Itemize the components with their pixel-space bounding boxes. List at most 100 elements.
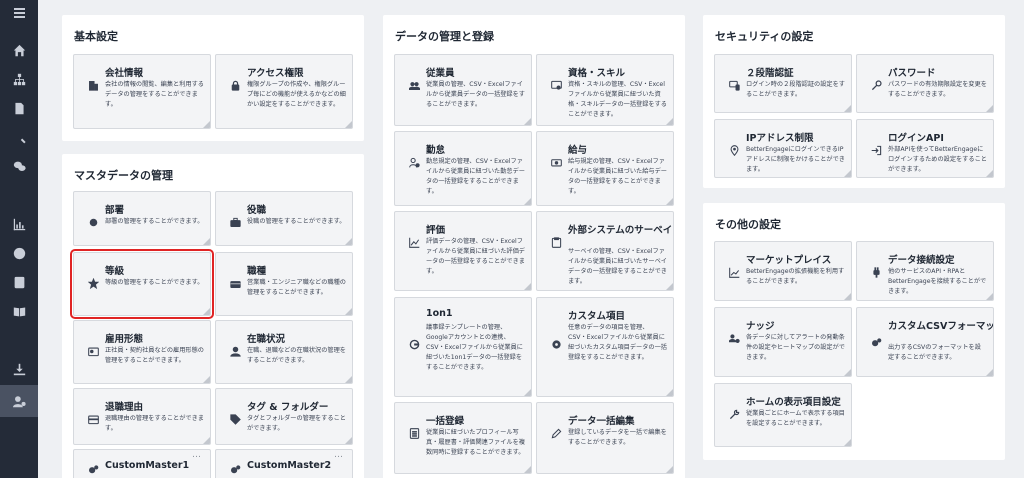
link-icon[interactable]	[0, 179, 38, 211]
card-title: カスタムCSVフォーマット	[888, 321, 994, 332]
card-attendance[interactable]: 勤怠 勤怠規定の管理、CSV・Excelファイルから従業員に紐づいた勤怠データの…	[394, 131, 532, 206]
panel-title: その他の設定	[715, 218, 781, 231]
card-login-api[interactable]: ログインAPI 外部APIを使ってBetterEngageにログインするための設…	[856, 119, 994, 178]
sidebar	[0, 0, 38, 478]
card-title: 雇用形態	[105, 334, 144, 345]
map-pin-icon	[728, 144, 740, 156]
devices-icon	[728, 79, 740, 91]
clipboard-icon	[550, 236, 562, 248]
gears-icon	[229, 463, 241, 475]
card-evaluation[interactable]: 評価 評価データの管理、CSV・Excelファイルから従業員に紐づいた評価データ…	[394, 211, 532, 291]
card-department[interactable]: 部署 部署の管理をすることができます。	[73, 191, 211, 246]
chat-icon[interactable]	[0, 150, 38, 182]
card-1on1[interactable]: 1on1 議事録テンプレートの管理、Googleアカウントとの連携、CSV・Ex…	[394, 297, 532, 397]
card-title: 部署	[105, 205, 125, 216]
card-data-connection[interactable]: データ接続設定 他のサービスのAPI・RPAとBetterEngageを接続する…	[856, 241, 994, 301]
card-title: 勤怠	[426, 145, 446, 156]
plug-icon	[870, 266, 882, 278]
card-ip-restriction[interactable]: IPアドレス制限 BetterEngageにログインできるIPアドレスに制限をか…	[714, 119, 852, 178]
star-icon	[87, 277, 99, 289]
card-title: 役職	[247, 205, 267, 216]
tag-icon	[229, 413, 241, 425]
card-description: 等級の管理をすることができます。	[105, 279, 204, 286]
card-description: 従業員の管理、CSV・Excelファイルから従業員データの一括登録をすることがで…	[426, 81, 525, 108]
panel-other-settings: その他の設定 マーケットプレイス BetterEngageの拡張機能を利用するこ…	[703, 203, 1005, 460]
card-description: BetterEngageにログインできるIPアドレスに制限をかけることができます…	[746, 146, 845, 173]
card-salary[interactable]: 給与 給与規定の管理、CSV・Excelファイルから従業員に紐づいた給与データの…	[536, 131, 674, 206]
card-description: 登録しているデータを一括で編集をすることができます。	[568, 429, 667, 446]
panel-security: セキュリティの設定 ２段階認証 ログイン時の２段階認証の設定をすることができます…	[703, 15, 1005, 188]
card-external-survey[interactable]: 外部システムのサーベイ サーベイの管理、CSV・Excelファイルから従業員に紐…	[536, 211, 674, 291]
card-title: 職種	[247, 266, 267, 277]
download-icon[interactable]	[0, 353, 38, 385]
mail-icon[interactable]	[0, 324, 38, 356]
card-description: 在職、退職などの在職状況の管理をすることができます。	[247, 347, 346, 364]
card-resignation-reason[interactable]: 退職理由 退職理由の管理をすることができます。	[73, 388, 211, 445]
lock-icon	[229, 79, 241, 91]
google-icon	[408, 338, 420, 350]
card-employment-type[interactable]: 雇用形態 正社員・契約社員などの雇用形態の管理をすることができます。	[73, 320, 211, 384]
card-home-display-settings[interactable]: ホームの表示項目設定 従業員ごとにホームで表示する項目を設定することができます。	[714, 383, 852, 447]
card-employment-status[interactable]: 在職状況 在職、退職などの在職状況の管理をすることができます。	[215, 320, 353, 384]
card-custom-fields[interactable]: カスタム項目 任意のデータの項目を管理、CSV・Excelファイルから従業員に紐…	[536, 297, 674, 397]
org-chart-icon[interactable]	[0, 63, 38, 95]
file-list-icon	[408, 427, 420, 439]
card-custom-master-1[interactable]: … CustomMaster1	[73, 449, 211, 478]
card-bulk-edit[interactable]: データ一括編集 登録しているデータを一括で編集をすることができます。	[536, 402, 674, 474]
card-title: アクセス権限	[247, 68, 304, 79]
search-icon[interactable]	[0, 121, 38, 153]
card-bulk-registration[interactable]: 一括登録 従業員に紐づいたプロフィール写真・履歴書・評価関連ファイルを複数同時に…	[394, 402, 532, 474]
card-title: CustomMaster1	[105, 460, 190, 471]
card-title: 一括登録	[426, 416, 465, 427]
card-title: 外部システムのサーベイ	[568, 225, 673, 236]
card-marketplace[interactable]: マーケットプレイス BetterEngageの拡張機能を利用することができます。	[714, 241, 852, 301]
card-custom-csv-format[interactable]: カスタムCSVフォーマット 出力するCSVのフォーマットを設定することができます…	[856, 307, 994, 377]
card-title: マーケットプレイス	[746, 255, 832, 266]
id-card-icon[interactable]	[0, 266, 38, 298]
card-company-info[interactable]: 会社情報 会社の情報の閲覧、編集と利用するデータの管理をすることができます。	[73, 54, 211, 129]
card-description: 権限グループの作成や、権限グループ毎にどの機能が使えるかなどの細かい設定をするこ…	[247, 81, 346, 108]
card-job-type[interactable]: 職種 営業職・エンジニア職などの職種の管理をすることができます。	[215, 252, 353, 316]
card-access-permission[interactable]: アクセス権限 権限グループの作成や、権限グループ毎にどの機能が使えるかなどの細か…	[215, 54, 353, 129]
card-description: 出力するCSVのフォーマットを設定することができます。	[888, 344, 981, 361]
money-icon	[550, 156, 562, 168]
document-icon[interactable]	[0, 92, 38, 124]
key-icon	[870, 79, 882, 91]
card-grade[interactable]: 等級 等級の管理をすることができます。	[70, 249, 214, 319]
card-title: データ一括編集	[568, 416, 635, 427]
card-description: 給与規定の管理、CSV・Excelファイルから従業員に紐づいた給与データの一括登…	[568, 158, 667, 195]
certificate-icon	[550, 79, 562, 91]
panel-data-management: データの管理と登録 従業員 従業員の管理、CSV・Excelファイルから従業員デ…	[383, 15, 685, 478]
card-title: 従業員	[426, 68, 455, 79]
card-nudge[interactable]: ナッジ 各データに対してアラートの発動条件の設定やヒートマップの設定ができます。	[714, 307, 852, 377]
card-description: 会社の情報の閲覧、編集と利用するデータの管理をすることができます。	[105, 81, 204, 108]
card-password[interactable]: パスワード パスワードの有効期限設定を変更をすることができます。	[856, 54, 994, 113]
card-title: 評価	[426, 225, 446, 236]
gears-icon	[87, 463, 99, 475]
card-description: 従業員に紐づいたプロフィール写真・履歴書・評価関連ファイルを複数同時に登録するこ…	[426, 429, 525, 456]
card-custom-master-2[interactable]: … CustomMaster2	[215, 449, 353, 478]
menu-icon[interactable]	[0, 0, 38, 26]
card-description: 議事録テンプレートの管理、Googleアカウントとの連携、CSV・Excelファ…	[426, 324, 523, 371]
card-employees[interactable]: 従業員 従業員の管理、CSV・Excelファイルから従業員データの一括登録をする…	[394, 54, 532, 126]
user-settings-icon[interactable]	[0, 385, 38, 417]
card-description: ログイン時の２段階認証の設定をすることができます。	[746, 81, 845, 98]
book-icon[interactable]	[0, 295, 38, 327]
user-tie-icon	[229, 345, 241, 357]
card-two-factor-auth[interactable]: ２段階認証 ログイン時の２段階認証の設定をすることができます。	[714, 54, 852, 113]
card-qualifications[interactable]: 資格・スキル 資格・スキルの管理、CSV・Excelファイルから従業員に紐づいた…	[536, 54, 674, 126]
bar-chart-icon[interactable]	[0, 208, 38, 240]
card-description: パスワードの有効期限設定を変更をすることができます。	[888, 81, 987, 98]
home-icon[interactable]	[0, 34, 38, 66]
card-description: 評価データの管理、CSV・Excelファイルから従業員に紐づいた評価データの一括…	[426, 238, 525, 275]
toolbox-icon	[229, 277, 241, 289]
users-icon	[408, 79, 420, 91]
card-description: 部署の管理をすることができます。	[105, 218, 204, 225]
sign-in-icon	[870, 144, 882, 156]
more-options-icon[interactable]: …	[192, 450, 201, 460]
card-tags-folders[interactable]: タグ & フォルダー タグとフォルダーの管理をすることができます。	[215, 388, 353, 445]
pie-chart-icon[interactable]	[0, 237, 38, 269]
card-position[interactable]: 役職 役職の管理をすることができます。	[215, 191, 353, 246]
card-description: 従業員ごとにホームで表示する項目を設定することができます。	[746, 410, 845, 427]
more-options-icon[interactable]: …	[334, 450, 343, 460]
